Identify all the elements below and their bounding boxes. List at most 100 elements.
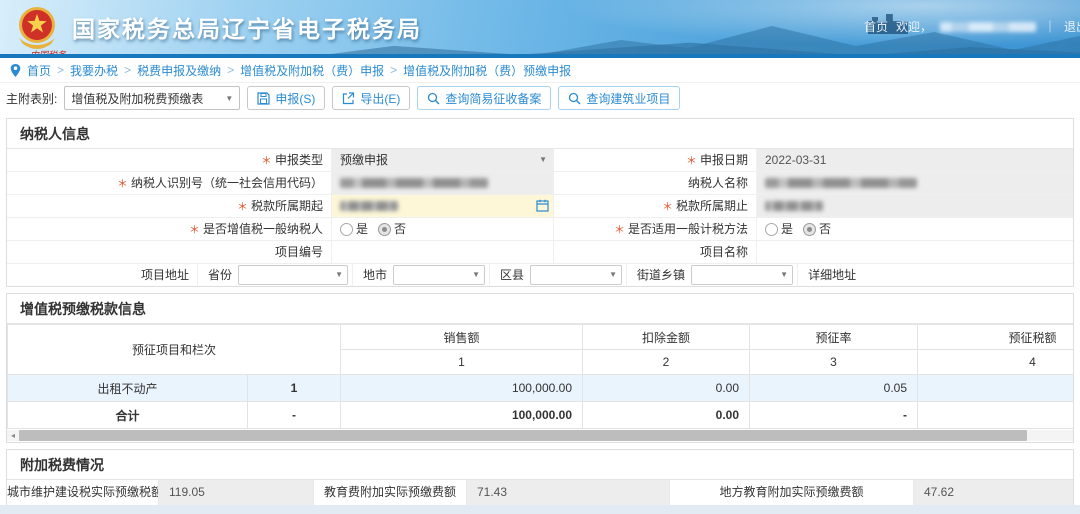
breadcrumb-separator: > xyxy=(57,63,65,77)
table-row-rental: 出租不动产 1 100,000.00 0.00 0.05 4,761.90 xyxy=(7,374,1073,402)
banner-links: 首页 欢迎， ｜ 退出 xyxy=(864,18,1080,35)
form-select-value: 增值税及附加税费预缴表 xyxy=(71,91,204,106)
vat-prepay-table: 预征项目和栏次 销售额 扣除金额 预征率 预征税额 1 2 3 4 出租不动产 … xyxy=(7,324,1073,429)
tax-total: 4,761.90 xyxy=(917,401,1073,429)
province-select[interactable]: ▼ xyxy=(238,265,349,285)
breadcrumb-item-vat-prepay-declaration[interactable]: 增值税及附加税（费）预缴申报 xyxy=(403,62,571,79)
period-end-field-blurred xyxy=(756,195,1073,217)
chevron-down-icon: ▼ xyxy=(780,270,789,279)
city-label: 地市 xyxy=(363,268,388,282)
district-label: 区县 xyxy=(500,268,525,282)
form-select-label: 主附表别: xyxy=(6,91,58,106)
col-header-sales: 销售额 xyxy=(340,324,584,350)
chevron-down-icon: ▼ xyxy=(539,155,547,164)
query-simple-levy-button[interactable]: 查询简易征收备案 xyxy=(417,86,552,110)
required-mark: ＊ xyxy=(685,155,697,167)
form-row: ＊申报类型 预缴申报 ▼ ＊申报日期 2022-03-31 xyxy=(7,149,1073,172)
project-name-label: 项目名称 xyxy=(699,245,748,259)
local-education-surcharge-value: 47.62 xyxy=(914,480,1073,505)
project-no-input[interactable] xyxy=(331,241,554,263)
banner-home-link[interactable]: 首页 xyxy=(864,18,888,35)
calendar-icon[interactable] xyxy=(536,199,549,212)
chevron-down-icon: ▼ xyxy=(225,93,234,103)
required-mark: ＊ xyxy=(613,224,625,236)
breadcrumb-item-vat-declaration[interactable]: 增值税及附加税（费）申报 xyxy=(240,62,384,79)
site-title: 国家税务总局辽宁省电子税务局 xyxy=(72,16,422,42)
logout-link[interactable]: 退出 xyxy=(1064,18,1080,35)
vat-table-viewport: 预征项目和栏次 销售额 扣除金额 预征率 预征税额 1 2 3 4 出租不动产 … xyxy=(7,324,1073,429)
vat-prepay-section: 增值税预缴税款信息 预征项目和栏次 销售额 扣除金额 预征率 预征税额 1 2 … xyxy=(6,293,1074,443)
required-mark: ＊ xyxy=(260,155,272,167)
form-row: 项目编号 项目名称 xyxy=(7,241,1073,264)
export-button[interactable]: 导出(E) xyxy=(332,86,411,110)
urban-construction-tax-value: 119.05 xyxy=(159,480,314,505)
sales-total: 100,000.00 xyxy=(340,401,584,429)
declare-button[interactable]: 申报(S) xyxy=(247,86,326,110)
rate-value[interactable]: 0.05 xyxy=(749,374,919,402)
required-mark: ＊ xyxy=(236,201,248,213)
breadcrumb: 首页 > 我要办税 > 税费申报及缴纳 > 增值税及附加税（费）申报 > 增值税… xyxy=(0,58,1080,83)
radio-no[interactable]: 否 xyxy=(378,218,406,240)
col-header-rate: 预征率 xyxy=(749,324,919,350)
chevron-down-icon: ▼ xyxy=(472,270,481,279)
declare-type-value: 预缴申报 xyxy=(340,153,389,167)
tax-value: 4,761.90 xyxy=(917,374,1073,402)
breadcrumb-separator: > xyxy=(227,63,235,77)
scrollbar-thumb[interactable] xyxy=(19,430,1027,441)
education-surcharge-label: 教育费附加实际预缴费额 xyxy=(314,480,467,505)
period-end-label: ＊税款所属期止 xyxy=(661,199,748,213)
period-start-field[interactable] xyxy=(331,195,554,217)
period-start-label: ＊税款所属期起 xyxy=(236,199,323,213)
form-select[interactable]: 增值税及附加税费预缴表 ▼ xyxy=(64,86,241,110)
breadcrumb-item-home[interactable]: 首页 xyxy=(27,62,51,79)
local-education-surcharge-label: 地方教育附加实际预缴费额 xyxy=(670,480,914,505)
row-line: 1 xyxy=(246,374,342,402)
surtax-section: 附加税费情况 城市维护建设税实际预缴税额 119.05 教育费附加实际预缴费额 … xyxy=(6,449,1074,506)
district-select[interactable]: ▼ xyxy=(530,265,623,285)
taxpayer-name-field-blurred xyxy=(756,172,1073,194)
welcome-text: 欢迎， xyxy=(895,20,932,34)
line-number: 3 xyxy=(749,349,919,375)
urban-construction-tax-label: 城市维护建设税实际预缴税额 xyxy=(7,480,159,505)
form-row: ＊是否增值税一般纳税人 是 否 ＊是否适用一般计税方法 是 否 xyxy=(7,218,1073,241)
is-general-method-label: ＊是否适用一般计税方法 xyxy=(613,222,748,236)
detail-addr-label: 详细地址 xyxy=(808,268,857,282)
breadcrumb-separator: > xyxy=(124,63,132,77)
form-row: ＊税款所属期起 ＊税款所属期止 xyxy=(7,195,1073,218)
table-row-total: 合计 - 100,000.00 0.00 - 4,761.90 xyxy=(7,401,1073,429)
query-construction-button[interactable]: 查询建筑业项目 xyxy=(558,86,681,110)
radio-no[interactable]: 否 xyxy=(803,218,831,240)
breadcrumb-item-declaration-payment[interactable]: 税费申报及缴纳 xyxy=(137,62,221,79)
sales-value[interactable]: 100,000.00 xyxy=(340,374,584,402)
link-separator: ｜ xyxy=(1043,20,1056,34)
project-address-row: 项目地址 省份 ▼ 地市 ▼ 区县 ▼ 街道乡镇 ▼ 详细地址 xyxy=(7,264,1073,286)
footer-strip xyxy=(0,505,1080,514)
city-select[interactable]: ▼ xyxy=(393,265,486,285)
declare-type-select[interactable]: 预缴申报 ▼ xyxy=(332,149,553,171)
radio-yes[interactable]: 是 xyxy=(765,218,793,240)
radio-yes[interactable]: 是 xyxy=(340,218,368,240)
declare-date-value: 2022-03-31 xyxy=(756,149,1073,171)
chevron-down-icon: ▼ xyxy=(609,270,618,279)
street-label: 街道乡镇 xyxy=(637,268,686,282)
detail-addr-input[interactable] xyxy=(862,265,1069,285)
declare-button-label: 申报(S) xyxy=(275,91,316,106)
deduction-total: 0.00 xyxy=(582,401,751,429)
breadcrumb-item-tax-handling[interactable]: 我要办税 xyxy=(70,62,118,79)
search-icon xyxy=(428,92,440,104)
row-name: 合计 xyxy=(7,401,248,429)
col-header-tax: 预征税额 xyxy=(917,324,1073,350)
education-surcharge-value: 71.43 xyxy=(467,480,670,505)
taxpayer-info-title: 纳税人信息 xyxy=(7,119,1073,149)
street-select[interactable]: ▼ xyxy=(691,265,794,285)
scroll-left-arrow[interactable]: ◂ xyxy=(7,430,19,441)
taxpayer-id-field-blurred xyxy=(331,172,554,194)
project-name-input[interactable] xyxy=(756,241,1073,263)
deduction-value[interactable]: 0.00 xyxy=(582,374,751,402)
project-no-label: 项目编号 xyxy=(274,245,323,259)
row-name: 出租不动产 xyxy=(7,374,248,402)
horizontal-scrollbar: ◂ xyxy=(7,430,1073,441)
col-header-deduction: 扣除金额 xyxy=(582,324,751,350)
province-label: 省份 xyxy=(208,268,233,282)
site-banner: 中国税务 国家税务总局辽宁省电子税务局 首页 欢迎， ｜ 退出 xyxy=(0,0,1080,58)
